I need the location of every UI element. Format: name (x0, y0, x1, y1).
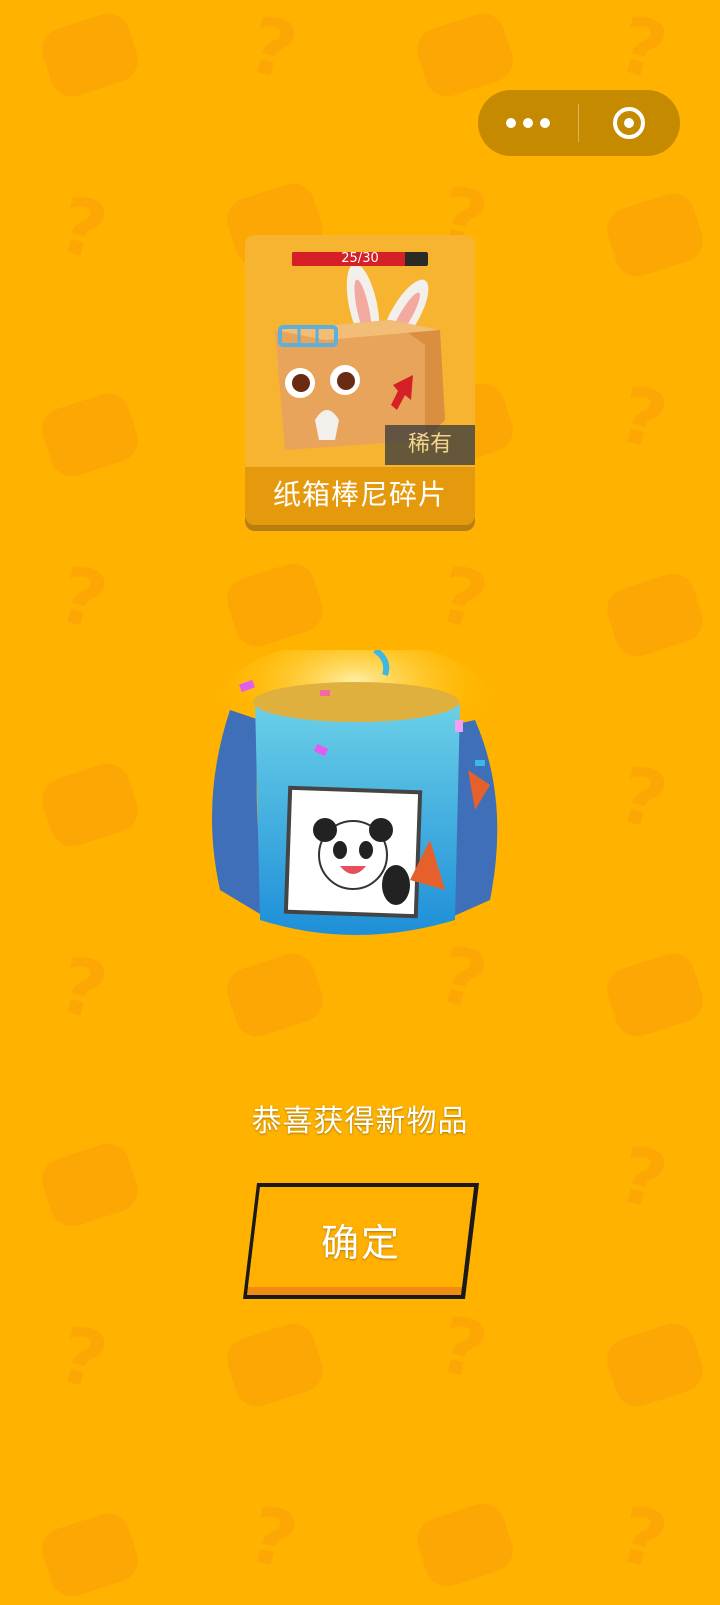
fragment-progress-text: 25/30 (341, 252, 379, 266)
fragment-progress-bar: 25/30 (292, 252, 428, 266)
close-circle-icon[interactable] (579, 90, 679, 156)
opened-gift-illustration (212, 650, 498, 935)
rarity-badge: 稀有 (385, 425, 475, 465)
item-card: 25/30 稀有 纸箱棒尼碎片 (245, 235, 475, 525)
mini-program-capsule (478, 90, 680, 156)
item-name: 纸箱棒尼碎片 (245, 467, 475, 525)
confirm-button-label: 确定 (320, 1220, 401, 1265)
confirm-button[interactable]: 确定 (243, 1183, 479, 1304)
more-dots-icon[interactable] (478, 90, 578, 156)
reward-message: 恭喜获得新物品 (251, 1104, 469, 1139)
